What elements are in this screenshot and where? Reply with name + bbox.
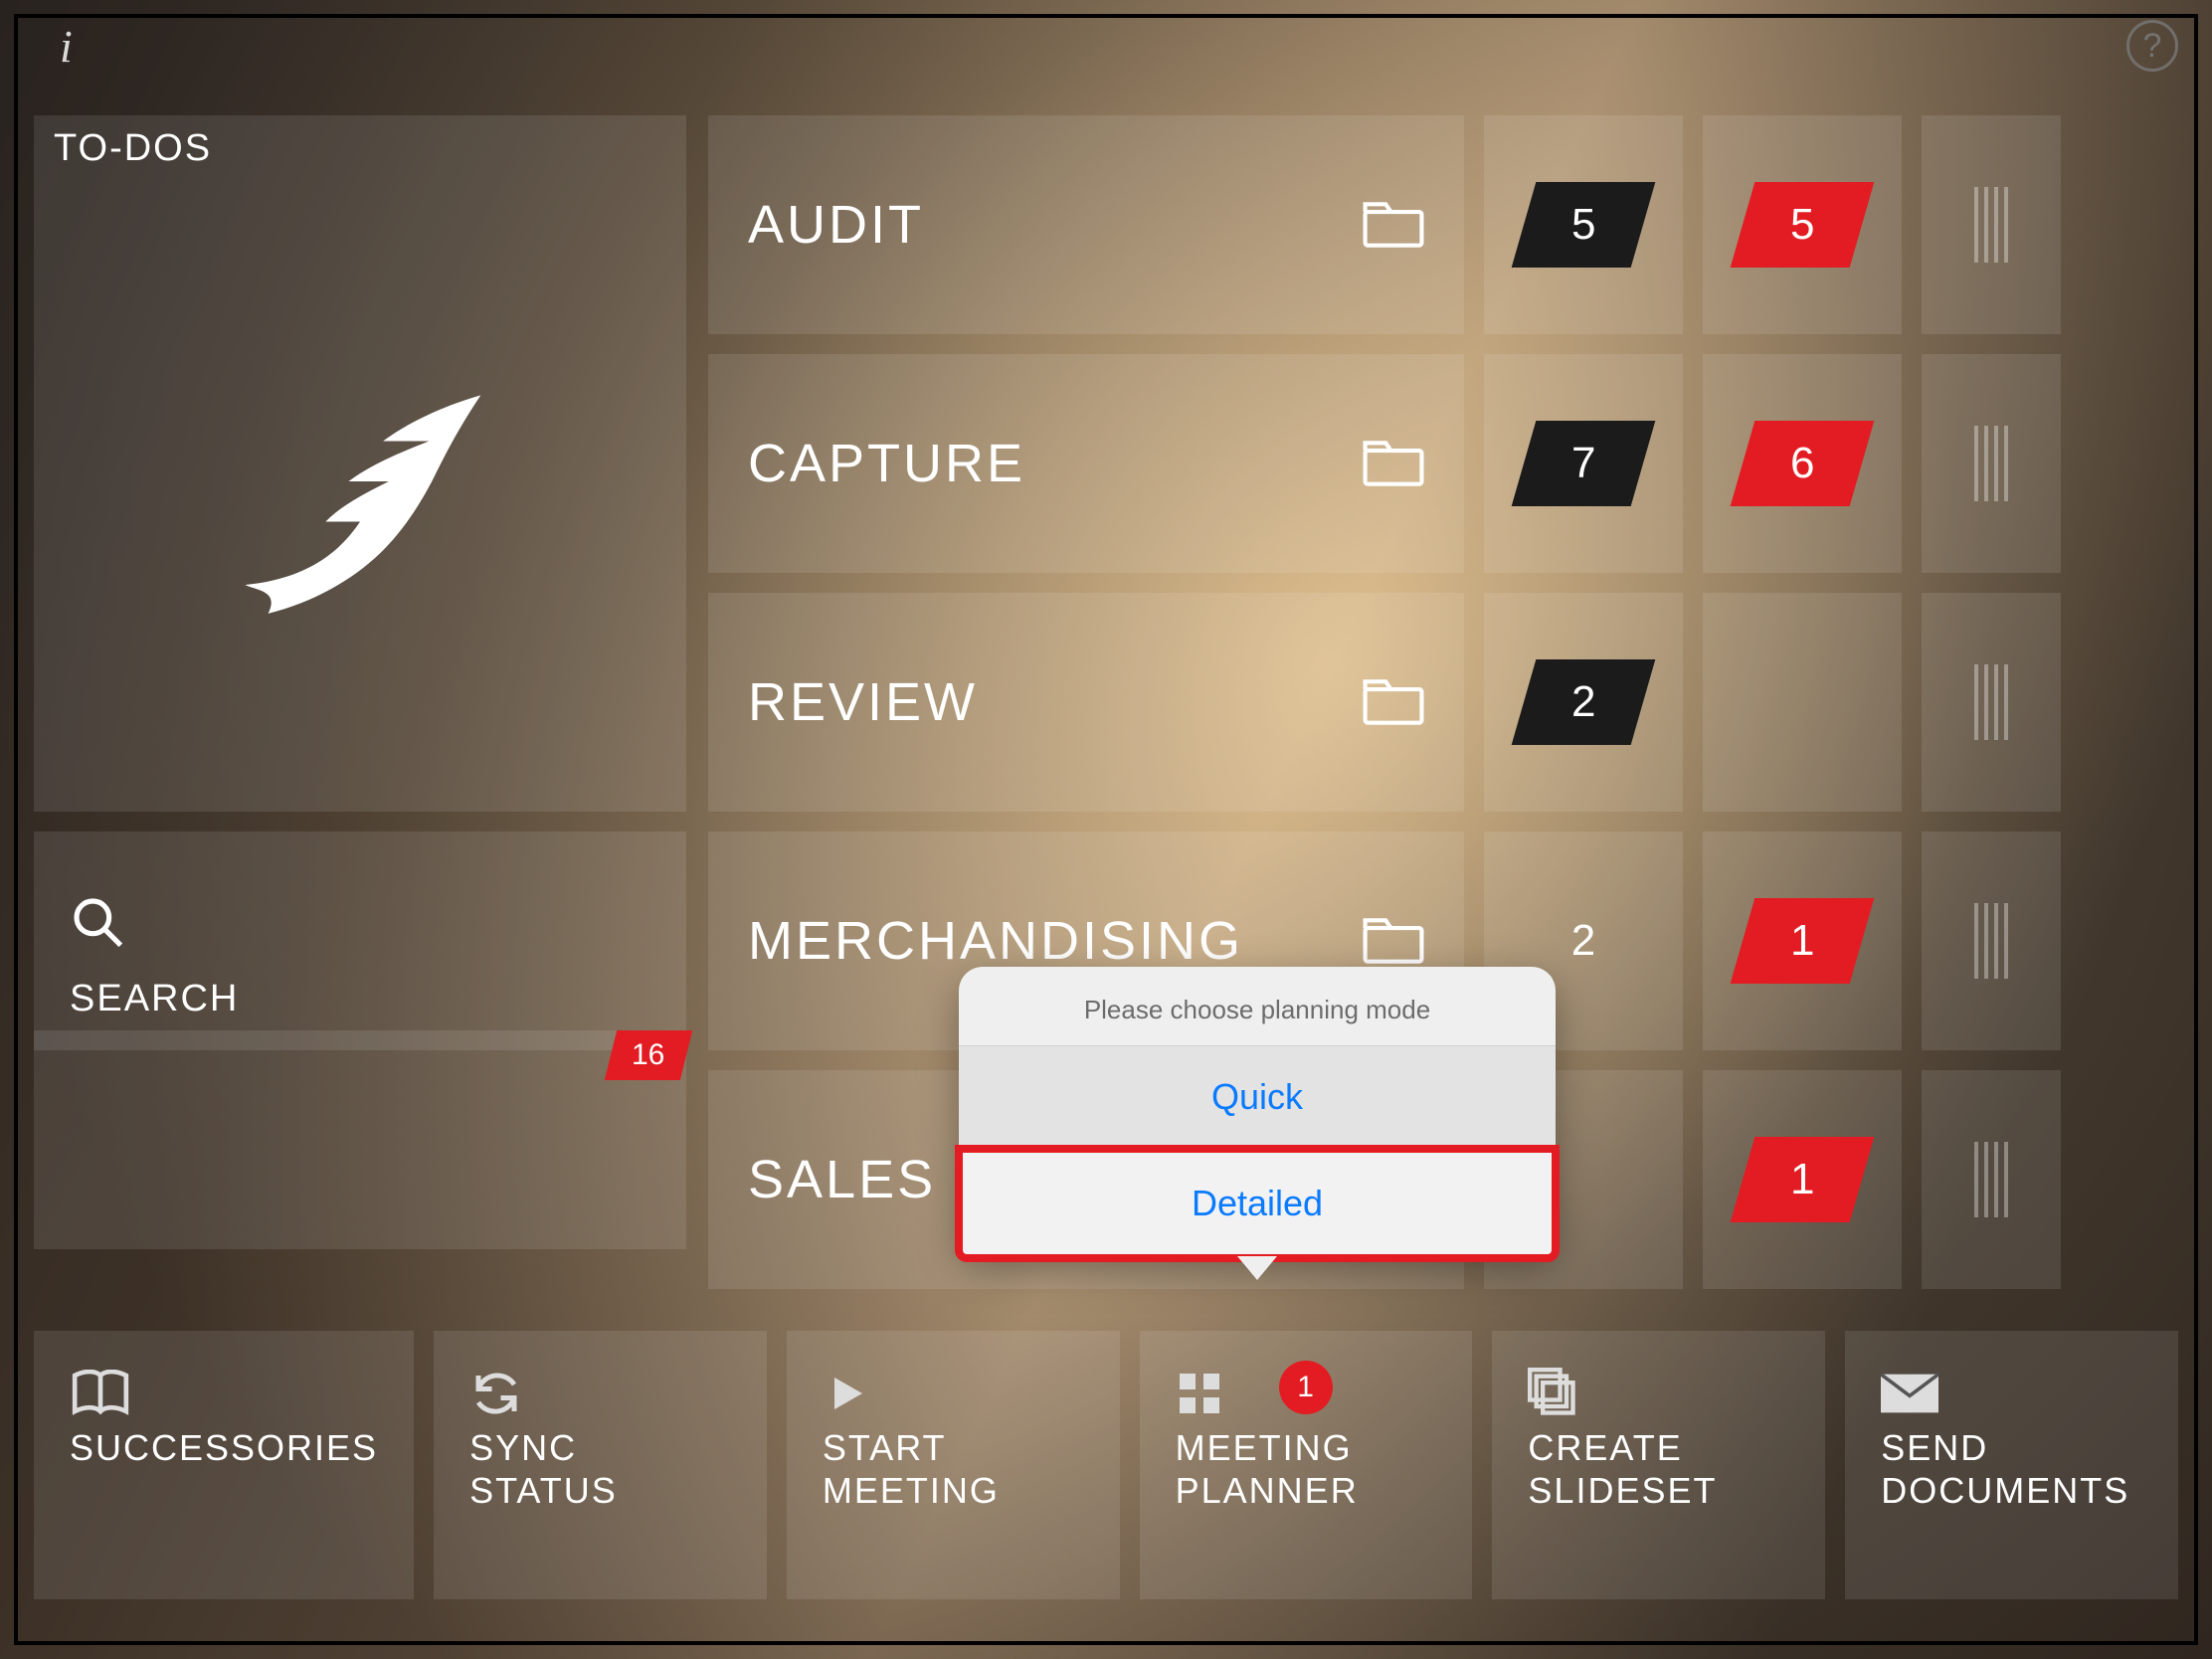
category-drag-handle[interactable] <box>1922 115 2061 334</box>
bottom-item-label: MEETING PLANNER <box>1176 1426 1437 1512</box>
todos-tile[interactable]: TO-DOS <box>34 115 686 812</box>
category-row: CAPTURE 76 <box>708 354 2178 573</box>
category-label: REVIEW <box>748 671 978 733</box>
folder-icon <box>1363 917 1424 965</box>
red-badge: 6 <box>1731 421 1875 506</box>
dark-badge: 7 <box>1512 421 1656 506</box>
red-badge: 1 <box>1731 1137 1875 1222</box>
popover-arrow-icon <box>1237 1256 1277 1280</box>
drag-handle-icon[interactable] <box>1974 1142 2008 1217</box>
dark-badge: 2 <box>1512 659 1656 745</box>
category-label: MERCHANDISING <box>748 910 1243 972</box>
search-tile[interactable]: SEARCH <box>34 831 686 1050</box>
folder-icon <box>1363 440 1424 487</box>
mail-icon <box>1881 1361 2142 1426</box>
category-drag-handle[interactable] <box>1922 1070 2061 1289</box>
bottom-mail-button[interactable]: SEND DOCUMENTS <box>1845 1331 2178 1599</box>
category-row: REVIEW 2 <box>708 593 2178 812</box>
bottom-item-label: SYNC STATUS <box>469 1426 731 1512</box>
category-count-secondary[interactable]: 1 <box>1703 1070 1902 1289</box>
category-drag-handle[interactable] <box>1922 593 2061 812</box>
folder-icon <box>1363 201 1424 249</box>
category-drag-handle[interactable] <box>1922 354 2061 573</box>
category-main[interactable]: REVIEW <box>708 593 1464 812</box>
popover-option-quick[interactable]: Quick <box>959 1046 1556 1149</box>
book-icon <box>70 1361 378 1426</box>
bottom-item-label: SEND DOCUMENTS <box>1881 1426 2142 1512</box>
category-label: SALES <box>748 1149 936 1210</box>
popover-title: Please choose planning mode <box>959 967 1556 1046</box>
red-badge: 1 <box>1731 898 1875 984</box>
search-label: SEARCH <box>70 978 650 1020</box>
drag-handle-icon[interactable] <box>1974 426 2008 501</box>
drag-handle-icon[interactable] <box>1974 664 2008 740</box>
search-icon <box>70 894 650 950</box>
sync-icon <box>469 1361 731 1426</box>
category-count-secondary[interactable] <box>1703 593 1902 812</box>
bottom-stack-button[interactable]: CREATE SLIDESET <box>1492 1331 1825 1599</box>
category-row: AUDIT 55 <box>708 115 2178 334</box>
brand-logo <box>34 203 686 812</box>
folder-icon <box>1363 678 1424 726</box>
red-badge: 5 <box>1731 182 1875 268</box>
info-icon[interactable]: i <box>60 20 73 73</box>
bottom-item-label: START MEETING <box>823 1426 1084 1512</box>
dark-badge: 5 <box>1512 182 1656 268</box>
todos-label: TO-DOS <box>54 127 212 170</box>
drag-handle-icon[interactable] <box>1974 903 2008 979</box>
bottom-grid-button[interactable]: 1 MEETING PLANNER <box>1140 1331 1473 1599</box>
category-count-secondary[interactable]: 1 <box>1703 831 1902 1050</box>
category-main[interactable]: AUDIT <box>708 115 1464 334</box>
plain-count: 2 <box>1571 916 1595 966</box>
category-count-secondary[interactable]: 6 <box>1703 354 1902 573</box>
bottom-play-button[interactable]: START MEETING <box>787 1331 1120 1599</box>
bottom-sync-button[interactable]: SYNC STATUS <box>434 1331 767 1599</box>
planning-mode-popover: Please choose planning mode Quick Detail… <box>959 967 1556 1258</box>
category-count-secondary[interactable]: 5 <box>1703 115 1902 334</box>
bottom-item-label: CREATE SLIDESET <box>1528 1426 1789 1512</box>
todos-count-badge: 16 <box>605 1030 692 1080</box>
help-icon[interactable]: ? <box>2126 20 2178 72</box>
notification-badge: 1 <box>1279 1361 1333 1414</box>
dove-icon <box>201 378 519 637</box>
stack-icon <box>1528 1361 1789 1426</box>
bottom-book-button[interactable]: SUCCESSORIES <box>34 1331 414 1599</box>
play-icon <box>823 1361 1084 1426</box>
popover-option-detailed[interactable]: Detailed <box>955 1145 1560 1262</box>
category-main[interactable]: CAPTURE <box>708 354 1464 573</box>
category-drag-handle[interactable] <box>1922 831 2061 1050</box>
category-count-primary[interactable]: 5 <box>1484 115 1683 334</box>
category-count-primary[interactable]: 2 <box>1484 593 1683 812</box>
left-lower-tile[interactable]: 16 <box>34 1030 686 1249</box>
bottom-item-label: SUCCESSORIES <box>70 1426 378 1469</box>
category-count-primary[interactable]: 7 <box>1484 354 1683 573</box>
category-label: AUDIT <box>748 194 924 256</box>
drag-handle-icon[interactable] <box>1974 187 2008 263</box>
category-label: CAPTURE <box>748 433 1025 494</box>
